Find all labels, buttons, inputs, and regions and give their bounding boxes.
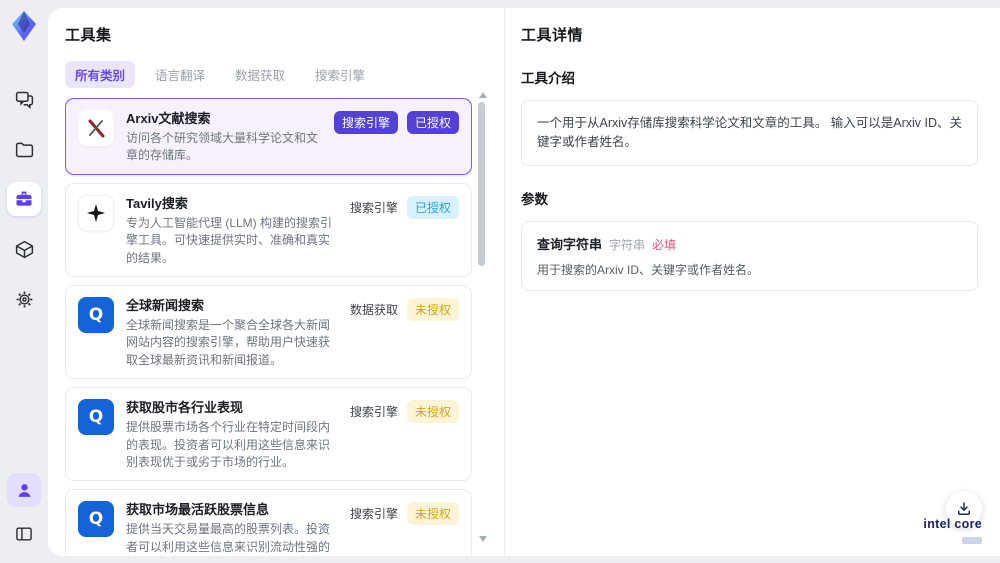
cube-icon[interactable]: [7, 232, 41, 266]
qblue-icon: Q: [78, 399, 114, 436]
tool-name: 获取市场最活跃股票信息: [126, 502, 270, 518]
tool-status-badge: 未授权: [406, 502, 459, 526]
param-name: 查询字符串: [537, 236, 603, 252]
tool-card[interactable]: Tavily搜索 专为人工智能代理 (LLM) 构建的搜索引擎工具。可快速提供实…: [65, 182, 472, 277]
category-tab[interactable]: 搜索引擎: [305, 61, 375, 88]
user-icon[interactable]: [7, 473, 41, 507]
tool-category-tag: 搜索引擎: [349, 507, 398, 522]
tool-name: 全球新闻搜索: [126, 297, 205, 313]
tool-description: 全球新闻搜索是一个聚合全球各大新闻网站内容的搜索引擎，帮助用户快速获取全球最新资…: [126, 317, 331, 367]
tool-description: 专为人工智能代理 (LLM) 构建的搜索引擎工具。可快速提供实时、准确和真实的结…: [126, 215, 333, 265]
tool-description: 访问各个研究领域大量科学论文和文章的存储库。: [126, 131, 319, 163]
tool-name: Arxiv文献搜索: [126, 111, 211, 126]
tool-category-tag: 搜索引擎: [349, 405, 398, 420]
tool-card[interactable]: Q 获取股市各行业表现 提供股票市场各个行业在特定时间段内的表现。投资者可以利用…: [65, 387, 472, 482]
page-title: 工具集: [65, 27, 112, 44]
param-required-badge: 必填: [652, 237, 677, 252]
category-tab[interactable]: 数据获取: [225, 61, 295, 88]
sidebar: [0, 0, 48, 563]
tool-status-badge: 未授权: [406, 297, 459, 321]
scrollbar-thumb[interactable]: [478, 102, 485, 266]
intro-text: 一个用于从Arxiv存储库搜索科学论文和文章的工具。 输入可以是Arxiv ID…: [521, 100, 978, 166]
qblue-icon: Q: [78, 501, 114, 538]
tool-category-tag: 搜索引擎: [333, 111, 398, 134]
intel-core-wordmark: intel core: [923, 517, 982, 531]
intel-core-logo: intel core: [923, 517, 982, 549]
tool-status-badge: 已授权: [406, 195, 459, 219]
tool-card[interactable]: Q 全球新闻搜索 全球新闻搜索是一个聚合全球各大新闻网站内容的搜索引擎，帮助用户…: [65, 284, 472, 380]
app-logo-icon: [9, 10, 39, 42]
intro-heading: 工具介绍: [521, 71, 575, 86]
tool-category-tag: 数据获取: [349, 302, 398, 317]
tool-detail-pane: 工具详情 工具介绍 一个用于从Arxiv存储库搜索科学论文和文章的工具。 输入可…: [505, 8, 1000, 556]
panel-toggle-icon[interactable]: [7, 517, 41, 551]
tool-name: Tavily搜索: [126, 195, 188, 211]
param-description: 用于搜索的Arxiv ID、关键字或作者姓名。: [537, 262, 760, 277]
tool-description: 提供股票市场各个行业在特定时间段内的表现。投资者可以利用这些信息来识别表现优于或…: [126, 420, 331, 469]
main-content: 工具集 所有类别 语言翻译 数据获取 搜索引擎 Arxiv文献搜索 访问各个研究领域大…: [48, 8, 1000, 556]
category-tabs: 所有类别 语言翻译 数据获取 搜索引擎: [65, 61, 504, 88]
param-type: 字符串: [609, 237, 646, 252]
tavily-icon: [78, 194, 114, 231]
tool-description: 提供当天交易量最高的股票列表。投资者可以利用这些信息来识别流动性强的股票和潜在的…: [126, 522, 331, 554]
scroll-down-arrow-icon[interactable]: [479, 536, 487, 542]
detail-title: 工具详情: [521, 27, 584, 44]
chat-icon[interactable]: [7, 82, 41, 116]
category-tab[interactable]: 所有类别: [65, 61, 136, 88]
param-item: 查询字符串 字符串 必填 用于搜索的Arxiv ID、关键字或作者姓名。: [521, 220, 978, 291]
tool-card[interactable]: Arxiv文献搜索 访问各个研究领域大量科学论文和文章的存储库。 搜索引擎 已授…: [65, 98, 472, 175]
tool-list-pane: 工具集 所有类别 语言翻译 数据获取 搜索引擎 Arxiv文献搜索 访问各个研究领域大…: [48, 8, 505, 556]
tool-status-badge: 未授权: [406, 400, 459, 424]
category-tab[interactable]: 语言翻译: [145, 61, 215, 88]
toolbox-icon[interactable]: [7, 182, 41, 216]
arxiv-icon: [78, 110, 114, 146]
settings-icon[interactable]: [7, 282, 41, 316]
folder-icon[interactable]: [7, 132, 41, 166]
qblue-icon: Q: [78, 296, 114, 333]
tool-category-tag: 搜索引擎: [349, 200, 398, 215]
intel-badge: [962, 537, 982, 544]
tool-card[interactable]: Q 获取市场最活跃股票信息 提供当天交易量最高的股票列表。投资者可以利用这些信息…: [65, 489, 472, 556]
params-heading: 参数: [521, 191, 548, 207]
tool-status-badge: 已授权: [406, 111, 459, 134]
tool-name: 获取股市各行业表现: [126, 400, 244, 416]
scroll-up-arrow-icon[interactable]: [479, 92, 487, 98]
tool-list: Arxiv文献搜索 访问各个研究领域大量科学论文和文章的存储库。 搜索引擎 已授…: [65, 98, 472, 556]
